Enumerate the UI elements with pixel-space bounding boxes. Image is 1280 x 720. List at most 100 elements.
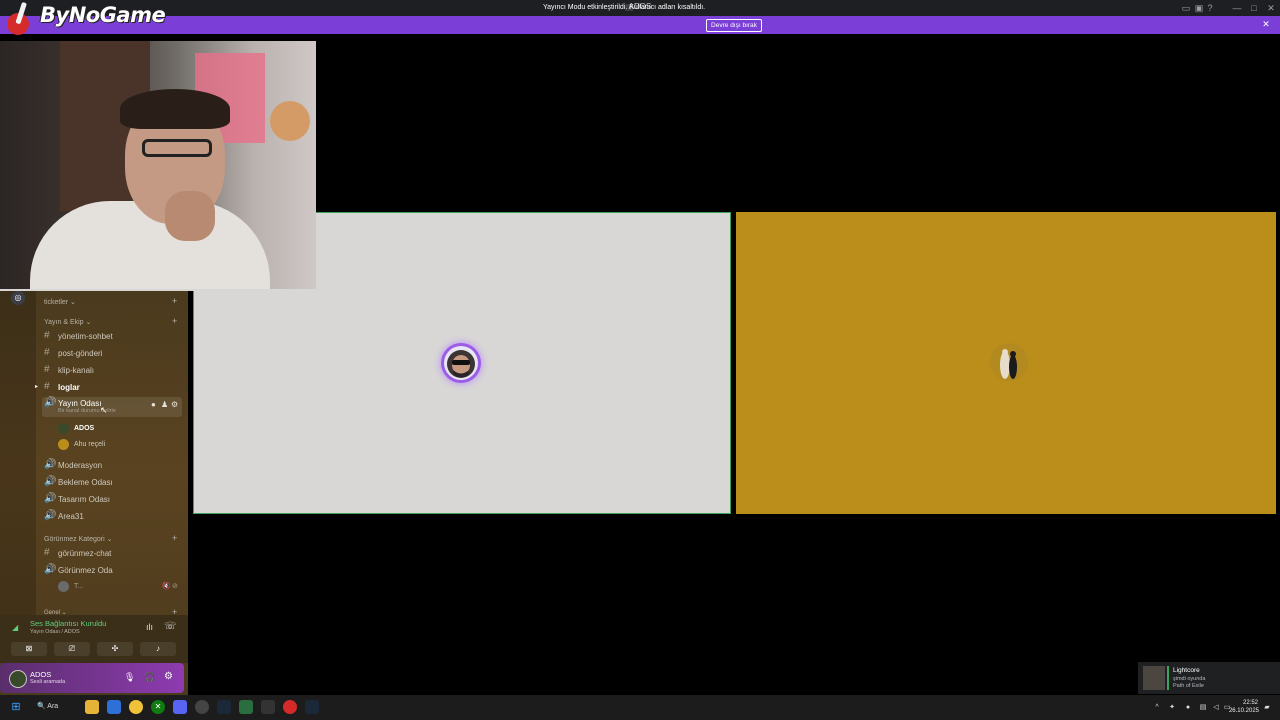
category-ticketler[interactable]: ticketler ⌄	[44, 298, 76, 306]
speaker-icon: 🔊	[44, 564, 57, 575]
close-window-button[interactable]: ✕	[1264, 1, 1278, 15]
close-banner-icon[interactable]: ✕	[1261, 19, 1271, 29]
username[interactable]: ADOS	[30, 670, 51, 679]
clock-date[interactable]: 26.10.2025	[1225, 708, 1259, 714]
channel-bekleme-odasi[interactable]: 🔊 Bekleme Odası	[42, 476, 182, 491]
voice-location[interactable]: Yayın Odası / ADOS	[30, 629, 80, 635]
tray-app-icon[interactable]: ●	[1183, 703, 1193, 713]
create-channel-icon[interactable]: +	[172, 533, 177, 543]
voice-user-name: Ahu reçeli	[74, 441, 106, 448]
inbox-icon[interactable]: ▭	[1180, 2, 1192, 14]
avatar	[58, 439, 69, 450]
maximize-button[interactable]: □	[1247, 1, 1261, 15]
channel-label: yönetim-sohbet	[58, 332, 113, 341]
activities-button[interactable]: ✣	[97, 642, 133, 656]
create-channel-icon[interactable]: +	[172, 316, 177, 326]
clock-time[interactable]: 22:52	[1236, 700, 1258, 706]
camera-button[interactable]: ⊠	[11, 642, 47, 656]
record-icon[interactable]	[283, 700, 297, 714]
user-panel	[0, 663, 184, 693]
voice-user-ados[interactable]: ADOS	[58, 423, 158, 437]
channel-klip-kanali[interactable]: # klip-kanalı	[42, 364, 182, 379]
taskbar	[0, 695, 1280, 720]
speaker-icon: 🔊	[44, 493, 57, 504]
avatar	[58, 581, 69, 592]
category-gorunmez[interactable]: Görünmez Kategori ⌄	[44, 535, 113, 543]
text-channel-icon: #	[44, 347, 50, 358]
soundboard-button[interactable]: ♪	[140, 642, 176, 656]
steam-icon[interactable]	[217, 700, 231, 714]
activity-status: şimdi oyunda	[1173, 676, 1206, 682]
text-channel-icon: #	[44, 364, 50, 375]
speaker-icon: 🔊	[44, 476, 57, 487]
channel-gorunmez-chat[interactable]: # görünmez-chat	[42, 547, 182, 562]
noise-suppression-icon[interactable]: ılı	[146, 622, 153, 632]
channel-post-gonderi[interactable]: # post-gönderi	[42, 347, 182, 362]
create-channel-icon[interactable]: +	[172, 296, 177, 306]
whatsapp-icon[interactable]	[239, 700, 253, 714]
channel-label: görünmez-chat	[58, 549, 112, 558]
windows-start-icon[interactable]: ⊞	[9, 700, 23, 714]
channel-label: post-gönderi	[58, 349, 103, 358]
minimize-button[interactable]: —	[1230, 1, 1244, 15]
category-yayin-ekip[interactable]: Yayın & Ekip ⌄	[44, 318, 91, 326]
volume-icon[interactable]: ◁	[1211, 703, 1221, 713]
channel-label: Area31	[58, 512, 84, 521]
user-avatar-graphic	[990, 343, 1028, 381]
deafened-icon: ⊘	[172, 583, 178, 590]
chrome-icon[interactable]	[129, 700, 143, 714]
help-icon[interactable]: ?	[1204, 2, 1216, 14]
microphone-icon[interactable]: 🎙	[124, 672, 135, 683]
cat-figure	[270, 101, 310, 141]
speaker-icon: 🔊	[44, 397, 57, 408]
file-explorer-icon[interactable]	[85, 700, 99, 714]
channel-label: Yayın Odası	[58, 399, 102, 408]
network-icon[interactable]: ▤	[1198, 703, 1208, 713]
channel-gorunmez-oda[interactable]: 🔊 Görünmez Oda	[42, 564, 182, 579]
webcam-edge	[0, 289, 316, 291]
voice-status[interactable]: Ses Bağlantısı Kuruldu	[30, 619, 106, 628]
text-channel-icon: #	[44, 330, 50, 341]
disable-streamer-mode-button[interactable]: Devre dışı bırak	[706, 19, 762, 32]
xbox-icon[interactable]: ✕	[151, 700, 165, 714]
mouse-cursor-icon: ↖	[100, 405, 108, 415]
avatar	[441, 343, 481, 383]
text-channel-icon: #	[44, 381, 50, 392]
settings-icon[interactable]: ⚙	[171, 400, 178, 409]
person-hand	[165, 191, 215, 241]
channel-area31[interactable]: 🔊 Area31	[42, 510, 182, 525]
taskbar-search[interactable]: 🔍 Ara	[37, 700, 77, 714]
channel-loglar[interactable]: # loglar	[42, 381, 182, 396]
chevron-up-icon[interactable]: ^	[1152, 703, 1162, 713]
tray-app-icon[interactable]: ✦	[1167, 703, 1177, 713]
voice-user-t[interactable]: T...	[58, 581, 138, 595]
open-chat-icon[interactable]: ●	[151, 400, 156, 409]
invite-icon[interactable]: ♟	[161, 400, 168, 409]
channel-moderasyon[interactable]: 🔊 Moderasyon	[42, 459, 182, 474]
channel-label: Moderasyon	[58, 461, 103, 470]
voice-user-ahu[interactable]: Ahu reçeli	[58, 439, 158, 453]
channel-yonetim-sohbet[interactable]: # yönetim-sohbet	[42, 330, 182, 345]
channel-label: Görünmez Oda	[58, 566, 113, 575]
avatar[interactable]	[9, 670, 27, 688]
steam-icon[interactable]	[305, 700, 319, 714]
disconnect-icon[interactable]: ☏	[164, 621, 177, 632]
app-icon[interactable]	[261, 700, 275, 714]
store-icon[interactable]	[107, 700, 121, 714]
speaker-icon: 🔊	[44, 510, 57, 521]
bynogame-logo: ByNoGame	[6, 0, 166, 38]
server-rail	[0, 289, 36, 615]
unread-indicator-icon: ▸	[35, 384, 39, 390]
channel-label: Bekleme Odası	[58, 478, 113, 487]
notification-icon[interactable]: ▰	[1262, 703, 1272, 713]
user-settings-icon[interactable]: ⚙	[164, 671, 173, 682]
discord-icon[interactable]	[173, 700, 187, 714]
app-icon[interactable]	[195, 700, 209, 714]
headphones-icon[interactable]: 🎧	[144, 672, 155, 683]
channel-tasarim-odasi[interactable]: 🔊 Tasarım Odası	[42, 493, 182, 508]
channel-label: loglar	[58, 383, 80, 392]
signal-icon[interactable]: ◢	[12, 623, 18, 632]
server-icon[interactable]: ◎	[11, 291, 25, 305]
muted-icon: 🔇	[162, 583, 171, 590]
screen-share-button[interactable]: ⎚	[54, 642, 90, 656]
